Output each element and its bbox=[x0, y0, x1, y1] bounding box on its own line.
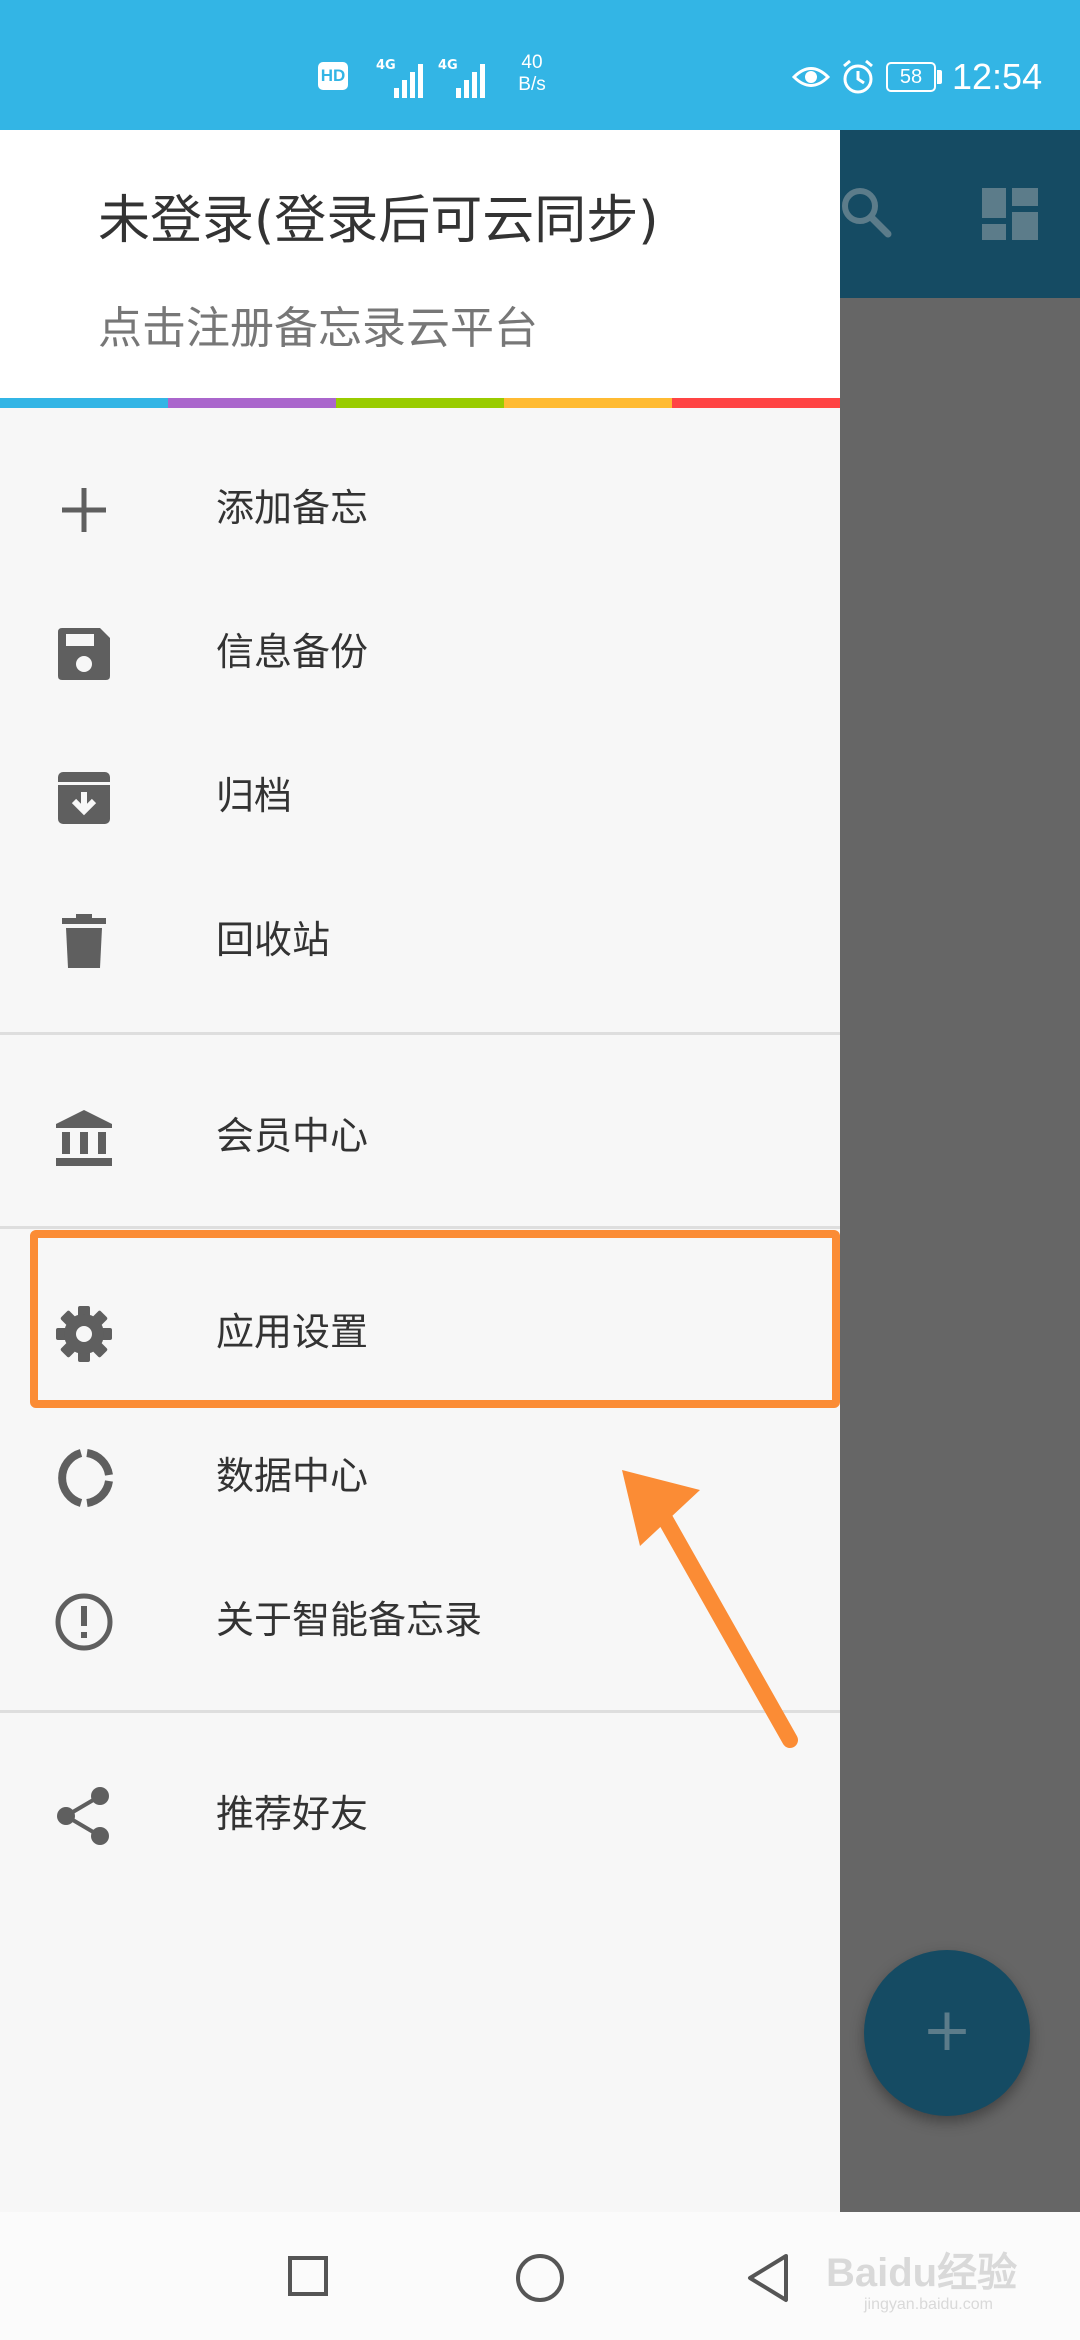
drawer-item-label: 数据中心 bbox=[216, 1454, 369, 1498]
drawer-item-label: 关于智能备忘录 bbox=[216, 1598, 483, 1642]
donut-chart-icon bbox=[58, 1449, 113, 1507]
toolbar bbox=[840, 130, 1080, 298]
color-strip-red bbox=[672, 398, 840, 408]
color-strip-blue bbox=[0, 398, 168, 408]
share-icon bbox=[57, 1787, 109, 1845]
info-icon bbox=[55, 1593, 113, 1651]
signal-icon-sim2: 4G bbox=[438, 58, 485, 98]
signal-icon-sim1: 4G bbox=[376, 58, 423, 98]
alarm-icon bbox=[843, 59, 873, 94]
drawer-item-archive[interactable]: 归档 bbox=[0, 724, 840, 868]
home-button[interactable] bbox=[516, 2254, 564, 2302]
search-icon[interactable] bbox=[840, 186, 892, 238]
battery-tip bbox=[937, 70, 942, 84]
drawer-item-add-note[interactable]: 添加备忘 bbox=[0, 436, 840, 580]
bank-icon bbox=[56, 1110, 112, 1166]
network-speed-unit: B/s bbox=[518, 74, 546, 95]
drawer-item-label: 添加备忘 bbox=[216, 486, 369, 530]
drawer-item-label: 推荐好友 bbox=[216, 1792, 369, 1836]
drawer-item-label: 信息备份 bbox=[216, 630, 369, 674]
drawer-item-backup[interactable]: 信息备份 bbox=[0, 580, 840, 724]
recent-apps-button[interactable] bbox=[288, 2256, 328, 2296]
watermark: Baidu经验 bbox=[826, 2251, 1018, 2295]
login-status-title[interactable]: 未登录(登录后可云同步) bbox=[98, 178, 659, 253]
color-strip-green bbox=[336, 398, 504, 408]
status-bar: HD 4G 4G 40 B/s 58 12:54 bbox=[0, 0, 1080, 130]
plus-icon bbox=[62, 488, 106, 532]
drawer-divider bbox=[0, 1032, 840, 1035]
pointer-arrow-icon bbox=[622, 1470, 798, 1748]
drawer-item-label: 会员中心 bbox=[216, 1114, 369, 1158]
clock: 12:54 bbox=[952, 56, 1043, 97]
drawer-item-label: 回收站 bbox=[216, 918, 331, 962]
hd-badge: HD bbox=[318, 62, 348, 90]
navigation-drawer: 未登录(登录后可云同步) 点击注册备忘录云平台 添加备忘 信息备份 归档 回收站… bbox=[0, 130, 840, 2212]
drawer-item-membership[interactable]: 会员中心 bbox=[0, 1064, 840, 1208]
drawer-item-trash[interactable]: 回收站 bbox=[0, 868, 840, 1012]
fab-plus-label: + bbox=[921, 1995, 973, 2065]
drawer-divider bbox=[0, 1226, 840, 1229]
system-nav-bar: Baidu经验 jingyan.baidu.com bbox=[0, 2212, 1080, 2340]
watermark-sub: jingyan.baidu.com bbox=[864, 2296, 993, 2313]
eye-icon bbox=[792, 67, 830, 87]
color-strip-purple bbox=[168, 398, 336, 408]
color-strip-yellow bbox=[504, 398, 672, 408]
battery-icon: 58 bbox=[886, 62, 936, 92]
drawer-item-label: 归档 bbox=[216, 774, 293, 818]
drawer-header[interactable]: 未登录(登录后可云同步) 点击注册备忘录云平台 bbox=[0, 130, 840, 398]
network-speed: 40 B/s bbox=[510, 52, 554, 96]
archive-icon bbox=[58, 772, 110, 824]
main-content-scrim[interactable]: + bbox=[840, 130, 1080, 2212]
dashboard-icon[interactable] bbox=[980, 186, 1040, 242]
color-strip bbox=[0, 398, 840, 408]
back-button[interactable] bbox=[746, 2252, 790, 2304]
trash-icon bbox=[62, 914, 106, 968]
highlight-box bbox=[30, 1230, 840, 1408]
save-icon bbox=[58, 628, 110, 680]
network-speed-value: 40 bbox=[521, 52, 543, 73]
register-link[interactable]: 点击注册备忘录云平台 bbox=[98, 292, 538, 356]
add-note-fab[interactable]: + bbox=[864, 1950, 1030, 2116]
